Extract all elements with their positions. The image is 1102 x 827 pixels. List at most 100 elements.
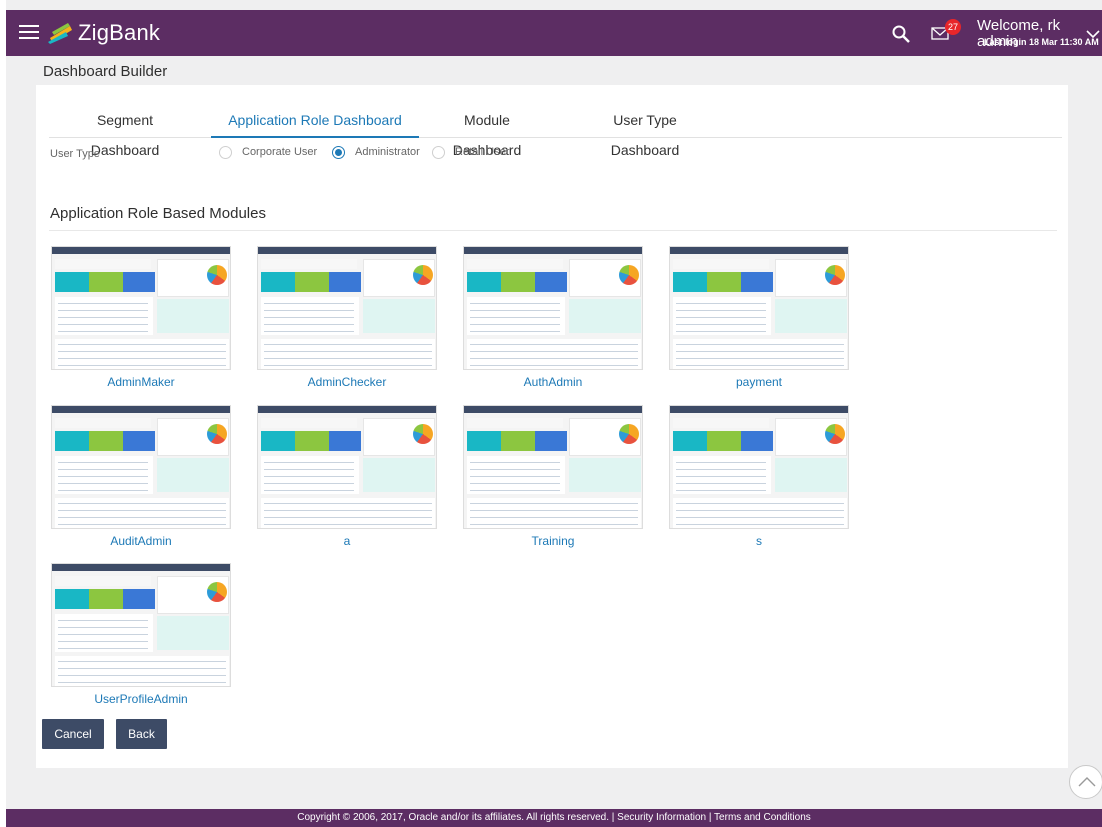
- tab-segment-dashboard[interactable]: Segment Dashboard: [64, 105, 186, 158]
- thumbnail-row: [470, 490, 560, 491]
- thumbnail-row: [470, 517, 638, 518]
- thumbnail-row: [676, 303, 766, 304]
- thumbnail-row: [58, 641, 148, 642]
- thumbnail-notif: [363, 458, 435, 492]
- tab-module-dashboard[interactable]: Module Dashboard: [432, 105, 542, 158]
- thumbnail-notif: [775, 299, 847, 333]
- thumbnail-row: [58, 331, 148, 332]
- thumbnail-blue: [123, 589, 155, 609]
- module-thumbnail: [257, 405, 437, 529]
- module-thumbnail: [51, 563, 231, 687]
- thumbnail-row: [58, 510, 226, 511]
- tab-user-type-dashboard[interactable]: User Type Dashboard: [582, 105, 708, 158]
- thumbnail-strip: [467, 418, 563, 428]
- thumbnail-row: [470, 462, 560, 463]
- thumbnail-row: [676, 476, 766, 477]
- thumbnail-row: [58, 524, 226, 525]
- thumbnail-row: [58, 490, 148, 491]
- thumbnail-blue: [741, 272, 773, 292]
- search-icon[interactable]: [891, 24, 911, 44]
- thumbnail-teal: [55, 431, 89, 451]
- module-card-payment[interactable]: payment: [669, 246, 849, 389]
- thumbnail-row: [264, 324, 354, 325]
- thumbnail-strip: [673, 418, 769, 428]
- cancel-button[interactable]: Cancel: [42, 719, 104, 749]
- radio-label: Retail User: [455, 146, 510, 158]
- thumbnail-row: [264, 490, 354, 491]
- thumbnail-green: [707, 272, 741, 292]
- thumbnail-notif: [157, 458, 229, 492]
- menu-icon[interactable]: [19, 22, 39, 42]
- thumbnail-row: [470, 310, 560, 311]
- thumbnail-green: [295, 431, 329, 451]
- thumbnail-head: [52, 564, 230, 571]
- thumbnail-row: [58, 303, 148, 304]
- module-name: AdminChecker: [307, 375, 387, 389]
- brand-logo[interactable]: ZigBank: [48, 18, 160, 48]
- module-card-training[interactable]: Training: [463, 405, 643, 548]
- thumbnail-head: [670, 406, 848, 413]
- back-button[interactable]: Back: [116, 719, 167, 749]
- thumbnail-blue: [535, 272, 567, 292]
- thumbnail-row: [58, 469, 148, 470]
- module-card-a[interactable]: a: [257, 405, 437, 548]
- radio-administrator[interactable]: Administrator: [332, 144, 420, 160]
- radio-retail-user[interactable]: Retail User: [432, 144, 509, 160]
- thumbnail-row: [676, 524, 844, 525]
- thumbnail-row: [676, 365, 844, 366]
- module-card-s[interactable]: s: [669, 405, 849, 548]
- thumbnail-row: [58, 668, 226, 669]
- thumbnail-row: [58, 682, 226, 683]
- module-thumbnail: [51, 405, 231, 529]
- thumbnail-row: [264, 483, 354, 484]
- thumbnail-row: [676, 351, 844, 352]
- radio-button[interactable]: [332, 145, 345, 159]
- top-bar: ZigBank 27 Welcome, rk admin Last login …: [6, 10, 1102, 56]
- module-card-adminmaker[interactable]: AdminMaker: [51, 246, 231, 389]
- thumbnail-green: [89, 589, 123, 609]
- thumbnail-pie: [207, 582, 227, 602]
- thumbnail-strip: [261, 259, 357, 269]
- thumbnail-row: [264, 365, 432, 366]
- thumbnail-row: [676, 483, 766, 484]
- module-card-userprofileadmin[interactable]: UserProfileAdmin: [51, 563, 231, 706]
- thumbnail-row: [676, 358, 844, 359]
- module-thumbnail: [669, 405, 849, 529]
- thumbnail-pie: [413, 424, 433, 444]
- thumbnail-strip: [55, 259, 151, 269]
- thumbnail-row: [58, 634, 148, 635]
- thumbnail-head: [464, 247, 642, 254]
- page-title: Dashboard Builder: [43, 63, 168, 80]
- module-card-authadmin[interactable]: AuthAdmin: [463, 246, 643, 389]
- radio-button[interactable]: [432, 145, 445, 159]
- module-card-auditadmin[interactable]: AuditAdmin: [51, 405, 231, 548]
- thumbnail-pie: [619, 424, 639, 444]
- thumbnail-green: [89, 272, 123, 292]
- thumbnail-row: [470, 503, 638, 504]
- thumbnail-row: [264, 462, 354, 463]
- thumbnail-row: [58, 365, 226, 366]
- module-card-adminchecker[interactable]: AdminChecker: [257, 246, 437, 389]
- thumbnail-row: [58, 620, 148, 621]
- thumbnail-row: [676, 317, 766, 318]
- thumbnail-strip: [673, 259, 769, 269]
- module-name: AdminMaker: [107, 375, 175, 389]
- module-name: a: [343, 534, 351, 548]
- thumbnail-row: [676, 331, 766, 332]
- thumbnail-row: [470, 365, 638, 366]
- thumbnail-row: [264, 358, 432, 359]
- scroll-to-top-button[interactable]: [1069, 765, 1102, 799]
- radio-button[interactable]: [219, 145, 232, 159]
- thumbnail-row: [676, 490, 766, 491]
- thumbnail-row: [470, 510, 638, 511]
- thumbnail-row: [264, 476, 354, 477]
- tab-application-role-dashboard[interactable]: Application Role Dashboard: [211, 105, 419, 138]
- module-name: UserProfileAdmin: [94, 692, 188, 706]
- thumbnail-row: [470, 303, 560, 304]
- chevron-down-icon[interactable]: [1086, 29, 1100, 39]
- thumbnail-green: [295, 272, 329, 292]
- thumbnail-head: [52, 406, 230, 413]
- radio-corporate-user[interactable]: Corporate User: [219, 144, 317, 160]
- thumbnail-row: [676, 310, 766, 311]
- thumbnail-row: [58, 483, 148, 484]
